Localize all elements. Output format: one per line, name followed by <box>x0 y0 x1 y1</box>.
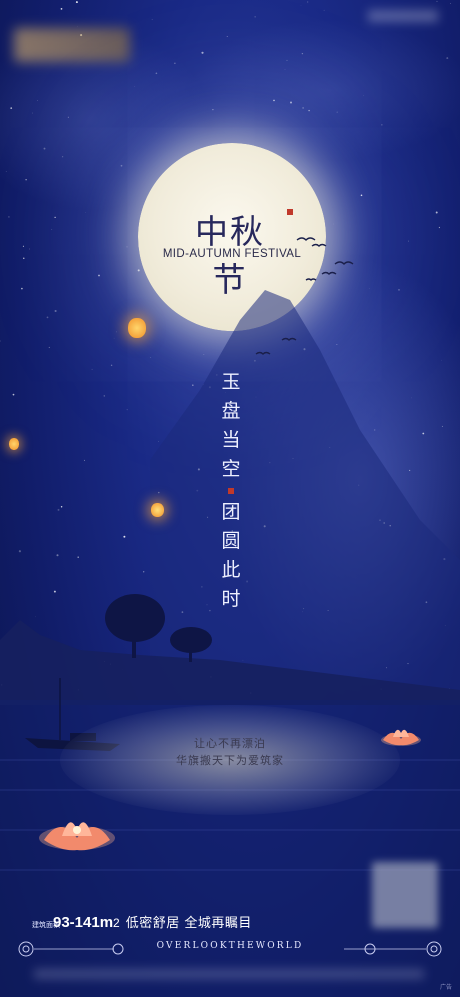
area-value: 93-141m <box>53 914 114 931</box>
lotus-icon <box>381 729 421 746</box>
footer-info-blurred <box>34 969 424 979</box>
area-unit: 2 <box>113 916 120 930</box>
overlook-slogan: OVERLOOKTHEWORLD <box>156 941 304 951</box>
lotus-lanterns <box>39 729 421 851</box>
area-label: 建筑面积 <box>32 921 60 929</box>
ad-tag: 广告 <box>439 984 452 991</box>
project-tagline: 低密舒居 全城再瞩目 <box>125 916 252 931</box>
lotus-icon <box>39 822 115 851</box>
poster: 中秋节 MID-AUTUMN FESTIVAL 玉 盘 当 空 团 圆 此 时 … <box>0 0 460 997</box>
project-info: 建筑面积 93-141m 2 低密舒居 全城再瞩目 <box>32 912 432 931</box>
